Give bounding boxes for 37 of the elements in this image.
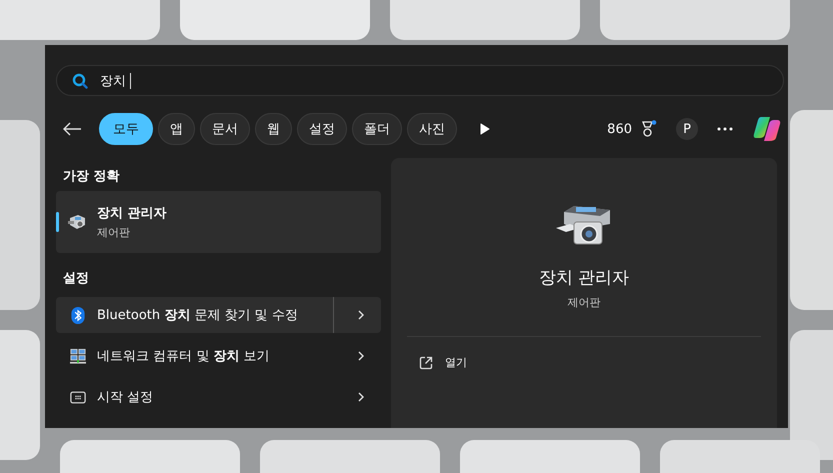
filter-tab[interactable]: 모두 (99, 113, 153, 145)
settings-result[interactable]: Bluetooth 장치 문제 찾기 및 수정 (56, 297, 381, 333)
filter-tab[interactable]: 웹 (255, 113, 292, 145)
device-manager-icon (67, 213, 87, 231)
rewards-points: 860 (607, 122, 632, 136)
filter-tab[interactable]: 앱 (158, 113, 195, 145)
more-icon[interactable] (717, 127, 733, 131)
section-heading: 가장 정확 (62, 168, 121, 186)
preview-subtitle: 제어판 (568, 295, 600, 310)
play-icon[interactable] (480, 123, 490, 135)
result-label: Bluetooth 장치 문제 찾기 및 수정 (97, 307, 299, 324)
settings-result[interactable]: 네트워크 컴퓨터 및 장치 보기 (56, 338, 381, 374)
section-heading: 설정 (62, 270, 90, 288)
chevron-right-icon[interactable] (358, 310, 364, 320)
open-action[interactable]: 열기 (419, 355, 467, 370)
medal-icon[interactable] (641, 120, 657, 138)
result-label: 시작 설정 (97, 389, 154, 406)
filter-tab[interactable]: 폴더 (352, 113, 402, 145)
chevron-right-icon[interactable] (358, 351, 364, 361)
result-label: 네트워크 컴퓨터 및 장치 보기 (97, 348, 271, 365)
back-arrow-icon[interactable] (62, 121, 82, 137)
search-field[interactable]: 장치 (56, 65, 784, 96)
account-avatar[interactable]: P (676, 118, 698, 140)
filter-tab[interactable]: 사진 (407, 113, 457, 145)
chevron-right-icon[interactable] (358, 392, 364, 402)
result-title: 장치 관리자 (97, 205, 167, 222)
settings-result[interactable]: 시작 설정 (56, 379, 381, 415)
preview-title: 장치 관리자 (538, 267, 630, 289)
network-computers-icon (70, 348, 86, 364)
filter-tab[interactable]: 문서 (200, 113, 250, 145)
external-link-icon (419, 356, 433, 370)
bluetooth-icon (70, 306, 86, 324)
result-subtitle: 제어판 (97, 225, 131, 240)
start-menu-icon (70, 388, 86, 406)
search-icon (72, 72, 88, 88)
filter-tab[interactable]: 설정 (297, 113, 347, 145)
best-match-result[interactable]: 장치 관리자 제어판 (56, 191, 381, 253)
